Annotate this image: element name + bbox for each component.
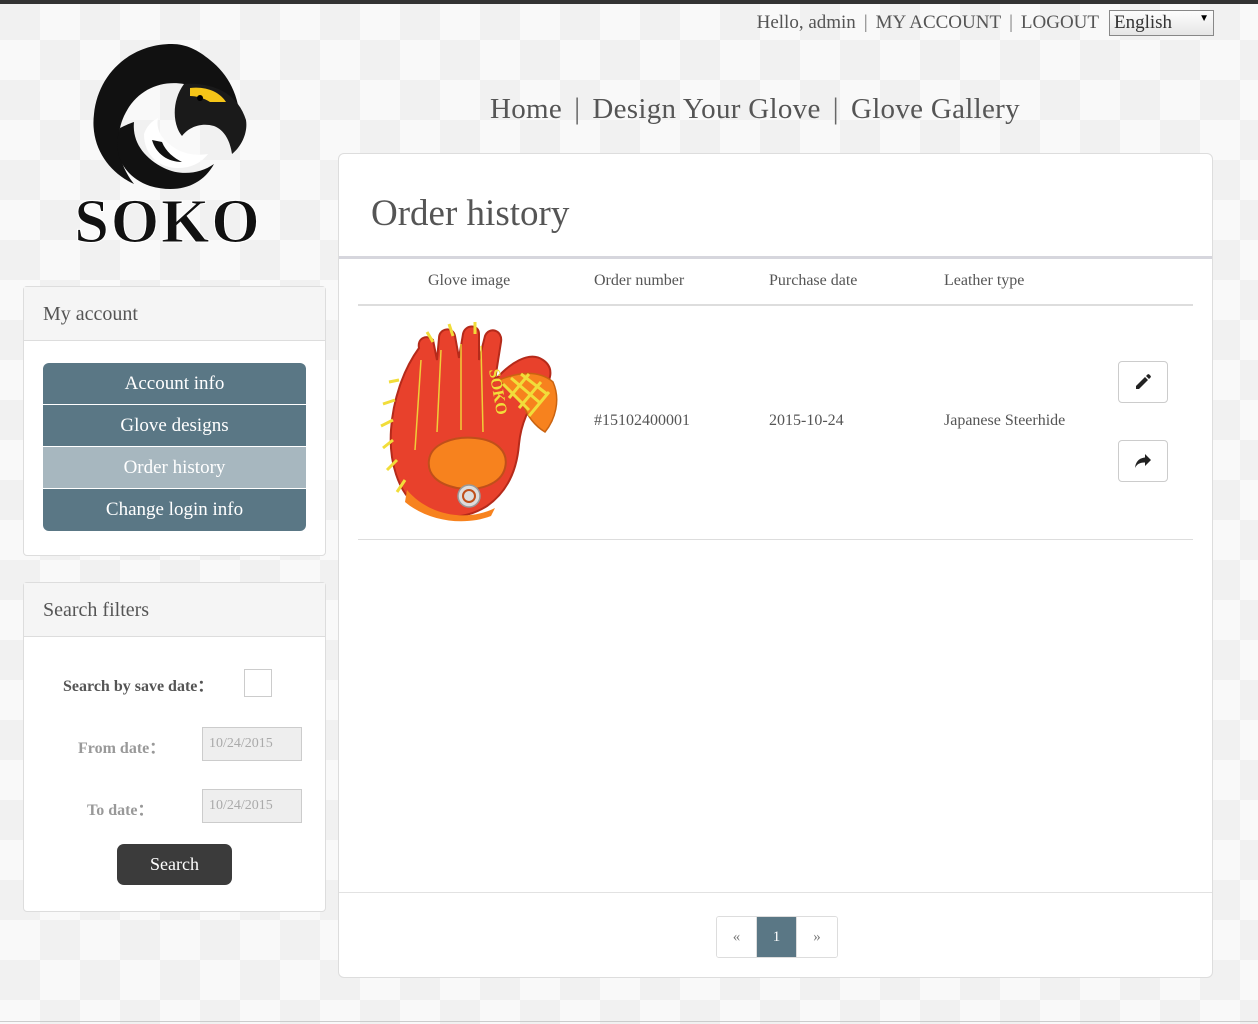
column-header-leather-type: Leather type [944,272,1025,289]
column-header-order-number: Order number [594,272,685,289]
edit-button[interactable] [1118,361,1168,403]
separator: | [863,12,868,33]
title-divider [339,256,1212,259]
menu-item-glove-designs[interactable]: Glove designs [43,405,306,447]
save-date-checkbox[interactable] [244,669,272,697]
language-value: English [1114,12,1173,33]
greeting: Hello, admin [756,12,856,33]
nav-glove-gallery[interactable]: Glove Gallery [851,93,1020,126]
eagle-emblem [93,44,247,190]
main-nav: Home | Design Your Glove | Glove Gallery [490,92,1020,126]
pagination: « 1 » [716,916,838,958]
my-account-title: My account [24,287,325,341]
page-title: Order history [371,193,570,234]
order-number: #15102400001 [594,412,690,429]
pagination-page[interactable]: 1 [757,917,797,957]
footer-divider [339,892,1212,893]
save-date-label: Search by save date： [63,678,214,695]
order-history-panel: Order history Glove image Order number P… [338,153,1213,978]
to-date-label: To date： [87,802,154,819]
footer-line [0,1021,1258,1022]
pagination-prev[interactable]: « [717,917,757,957]
column-header-purchase-date: Purchase date [769,272,858,289]
nav-design-your-glove[interactable]: Design Your Glove [592,93,820,126]
leather-type: Japanese Steerhide [944,412,1066,429]
my-account-link[interactable]: MY ACCOUNT [876,12,1001,34]
soko-logo[interactable]: SOKO [60,36,280,252]
nav-separator: | [832,92,839,125]
from-date-input[interactable]: 10/24/2015 [202,727,302,761]
account-menu: Account info Glove designs Order history… [43,363,306,531]
separator: | [1009,12,1013,33]
row-divider [358,539,1193,540]
glove-image[interactable]: SOKO [379,320,575,522]
share-button[interactable] [1118,440,1168,482]
nav-separator: | [574,92,581,125]
purchase-date: 2015-10-24 [769,412,844,429]
from-date-label: From date： [78,740,166,757]
search-filters-title: Search filters [24,583,325,637]
pagination-next[interactable]: » [797,917,837,957]
menu-item-account-info[interactable]: Account info [43,363,306,405]
user-nav: Hello, admin | MY ACCOUNT | LOGOUT Engli… [757,10,1214,36]
pencil-icon [1136,374,1151,389]
header-divider [358,304,1193,306]
share-icon [1135,454,1151,468]
logout-link[interactable]: LOGOUT [1021,12,1099,34]
logo-text: SOKO [74,188,261,252]
search-button[interactable]: Search [117,844,232,885]
menu-item-order-history[interactable]: Order history [43,447,306,489]
dropdown-arrow-icon: ▼ [1199,13,1209,24]
to-date-input[interactable]: 10/24/2015 [202,789,302,823]
column-header-glove-image: Glove image [428,272,511,289]
language-select[interactable]: English ▼ [1109,10,1214,36]
top-bar [0,0,1258,4]
menu-item-change-login-info[interactable]: Change login info [43,489,306,531]
my-account-panel: My account Account info Glove designs Or… [23,286,326,556]
nav-home[interactable]: Home [490,93,562,126]
search-filters-panel: Search filters Search by save date： From… [23,582,326,912]
